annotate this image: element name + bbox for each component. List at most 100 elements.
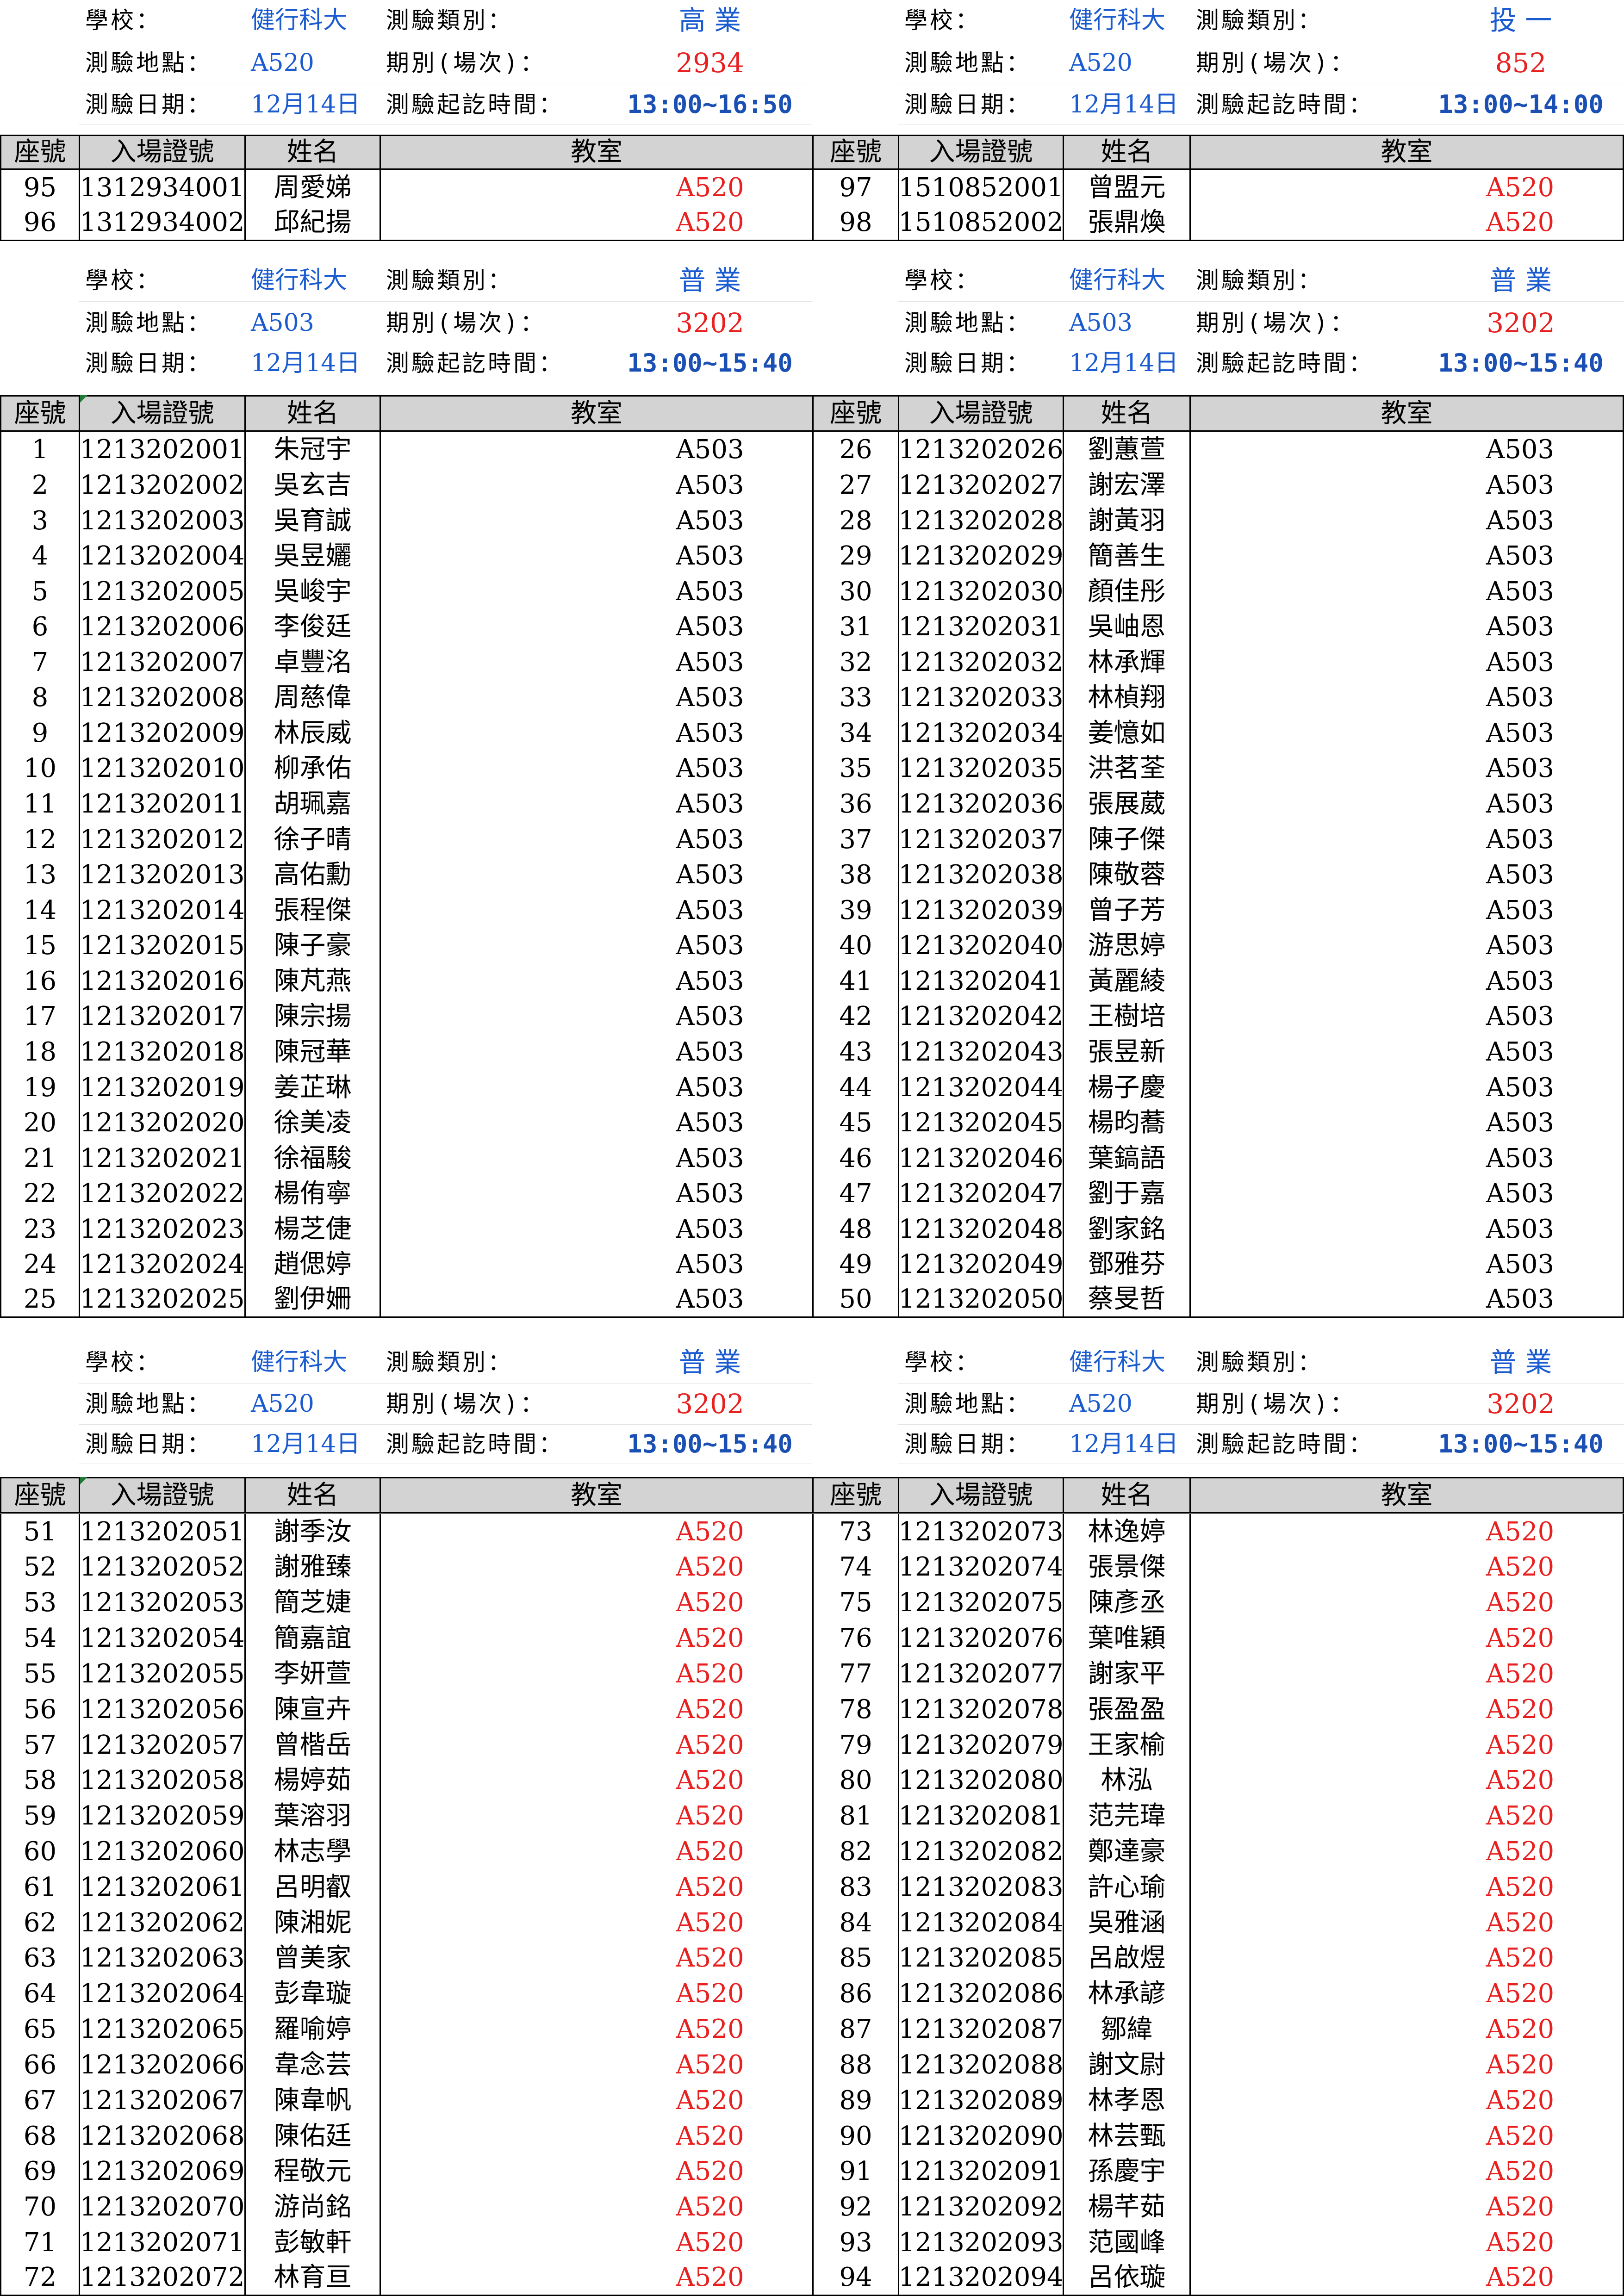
seat-number: 14 <box>0 893 79 928</box>
room-cell: A520 <box>1418 2011 1624 2047</box>
student-name: 吳育誠 <box>244 503 380 539</box>
blank-cell <box>1189 857 1418 893</box>
admission-number: 1213202092 <box>898 2189 1063 2225</box>
header-row: 學校： 健行科大 測驗類別：高 業學校： 健行科大 測驗類別：投 一 <box>0 0 1624 41</box>
room-cell: A520 <box>676 2014 744 2044</box>
header-label-school: 學校： <box>79 259 244 302</box>
student-name: 程敬元 <box>244 2153 380 2189</box>
student-name: 林孝恩 <box>1063 2083 1189 2118</box>
blank-cell <box>380 1834 608 1869</box>
student-name: 林芸甄 <box>1063 2118 1189 2154</box>
admission-number: 1312934001 <box>79 170 244 205</box>
header-label-date: 測驗日期： <box>898 1425 1063 1464</box>
admission-number: 1213202006 <box>79 609 244 645</box>
admission-number: 1213202036 <box>898 786 1063 822</box>
admission-number: 1213202019 <box>79 1070 244 1105</box>
room-cell: A503 <box>1418 1282 1624 1318</box>
room-cell: A503 <box>676 1036 744 1067</box>
blank-cell <box>1189 786 1418 822</box>
room-cell: A503 <box>1418 432 1624 467</box>
student-name: 葉鎬語 <box>1063 1141 1189 1176</box>
blank-cell <box>380 2260 608 2296</box>
table-row: 51 1213202051 謝季汝 A520 73 1213202073 林逸婷 A520 <box>0 1514 1624 1550</box>
table-row: 66 1213202066 韋念芸 A520 88 1213202088 謝文尉 A520 <box>0 2047 1624 2083</box>
table-row: 5 1213202005 吳峻宇 A503 30 1213202030 顏佳彤 A503 <box>0 574 1624 609</box>
header-row: 測驗地點： A503 期別(場次)： 3202 測驗地點： A503 期別(場次)： 3202 <box>0 302 1624 344</box>
blank-cell <box>380 538 608 574</box>
room-cell: A503 <box>1418 999 1624 1034</box>
room-cell: A520 <box>676 1730 744 1760</box>
blank-cell <box>1189 963 1418 999</box>
header-label-session: 期別(場次)： <box>1189 1384 1418 1425</box>
left-time-value: 13:00~16:50 <box>608 85 812 124</box>
column-header-seat: 座號 <box>812 135 898 170</box>
student-name: 林育亘 <box>244 2260 380 2296</box>
admission-number: 1213202008 <box>79 680 244 715</box>
column-header-name: 姓名 <box>1063 395 1189 432</box>
admission-number: 1213202067 <box>79 2083 244 2118</box>
seat-number: 5 <box>0 574 79 609</box>
column-header-name: 姓名 <box>1063 1477 1189 1514</box>
seat-number: 40 <box>812 928 898 963</box>
room-cell: A520 <box>1418 1798 1624 1834</box>
admission-number: 1213202076 <box>898 1620 1063 1656</box>
table-row: 15 1213202015 陳子豪 A503 40 1213202040 游思婷 A503 <box>0 928 1624 963</box>
column-header-room: 教室 <box>380 135 812 170</box>
seat-number: 30 <box>812 574 898 609</box>
table-row: 67 1213202067 陳韋帆 A520 89 1213202089 林孝恩 A520 <box>0 2083 1624 2118</box>
left-school-value: 健行科大 <box>244 1341 380 1384</box>
student-name: 曾子芳 <box>1063 893 1189 928</box>
seat-number: 87 <box>812 2011 898 2047</box>
seat-number: 29 <box>812 538 898 574</box>
seat-number: 91 <box>812 2153 898 2189</box>
seat-number: 56 <box>0 1692 79 1727</box>
blank-cell <box>380 1105 608 1141</box>
right-school-value: 健行科大 <box>1063 0 1189 41</box>
admission-number: 1213202080 <box>898 1762 1063 1798</box>
room-cell: A520 <box>676 1872 744 1902</box>
admission-number: 1213202078 <box>898 1692 1063 1727</box>
room-cell: A503 <box>676 611 744 642</box>
table-row: 22 1213202022 楊侑寧 A503 47 1213202047 劉于嘉 A503 <box>0 1176 1624 1211</box>
blank-cell <box>380 893 608 928</box>
student-name: 鄭達豪 <box>1063 1834 1189 1869</box>
student-name: 徐福駿 <box>244 1141 380 1176</box>
table-row: 70 1213202070 游尚銘 A520 92 1213202092 楊芊茹 A520 <box>0 2189 1624 2225</box>
admission-number: 1213202044 <box>898 1070 1063 1105</box>
admission-number: 1213202043 <box>898 1034 1063 1070</box>
right-session-value: 3202 <box>1418 1384 1624 1425</box>
header-label-date: 測驗日期： <box>79 344 244 382</box>
student-name: 劉蕙萱 <box>1063 432 1189 467</box>
room-cell: A520 <box>676 1587 744 1618</box>
room-cell: A520 <box>608 2260 812 2296</box>
exam-seating-sheet: 學校： 健行科大 測驗類別：高 業學校： 健行科大 測驗類別：投 一測驗地點： A520 期… <box>0 0 1624 2296</box>
header-label-location: 測驗地點： <box>898 1384 1063 1425</box>
left-session-value: 3202 <box>608 302 812 344</box>
blank-cell <box>380 645 608 680</box>
header-label-category: 測驗類別： <box>380 0 608 41</box>
room-cell: A520 <box>676 1800 744 1831</box>
blank-cell <box>380 2047 608 2083</box>
header-row: 測驗日期： 12月14日 測驗起訖時間： 13:00~15:40 測驗日期： 12月14日… <box>0 1425 1624 1464</box>
room-cell: A520 <box>1418 205 1624 241</box>
student-name: 范芫瑋 <box>1063 1798 1189 1834</box>
blank-cell <box>1189 999 1418 1034</box>
seat-number: 82 <box>812 1834 898 1869</box>
seat-number: 33 <box>812 680 898 715</box>
room-cell: A503 <box>1418 645 1624 680</box>
column-header-name: 姓名 <box>244 395 380 432</box>
blank-cell <box>380 1211 608 1247</box>
seat-number: 88 <box>812 2047 898 2083</box>
admission-number: 1213202071 <box>79 2225 244 2260</box>
student-name: 孫慶宇 <box>1063 2153 1189 2189</box>
admission-number: 1213202039 <box>898 893 1063 928</box>
blank-cell <box>1189 538 1418 574</box>
blank-cell <box>380 2225 608 2260</box>
left-time-value: 13:00~15:40 <box>608 344 812 382</box>
room-cell: A503 <box>676 505 744 536</box>
seat-number: 61 <box>0 1869 79 1905</box>
student-name: 蔡旻哲 <box>1063 1282 1189 1318</box>
right-location-value: A520 <box>1063 41 1189 85</box>
room-cell: A520 <box>676 1978 744 2009</box>
cell-comment-marker <box>80 395 87 403</box>
